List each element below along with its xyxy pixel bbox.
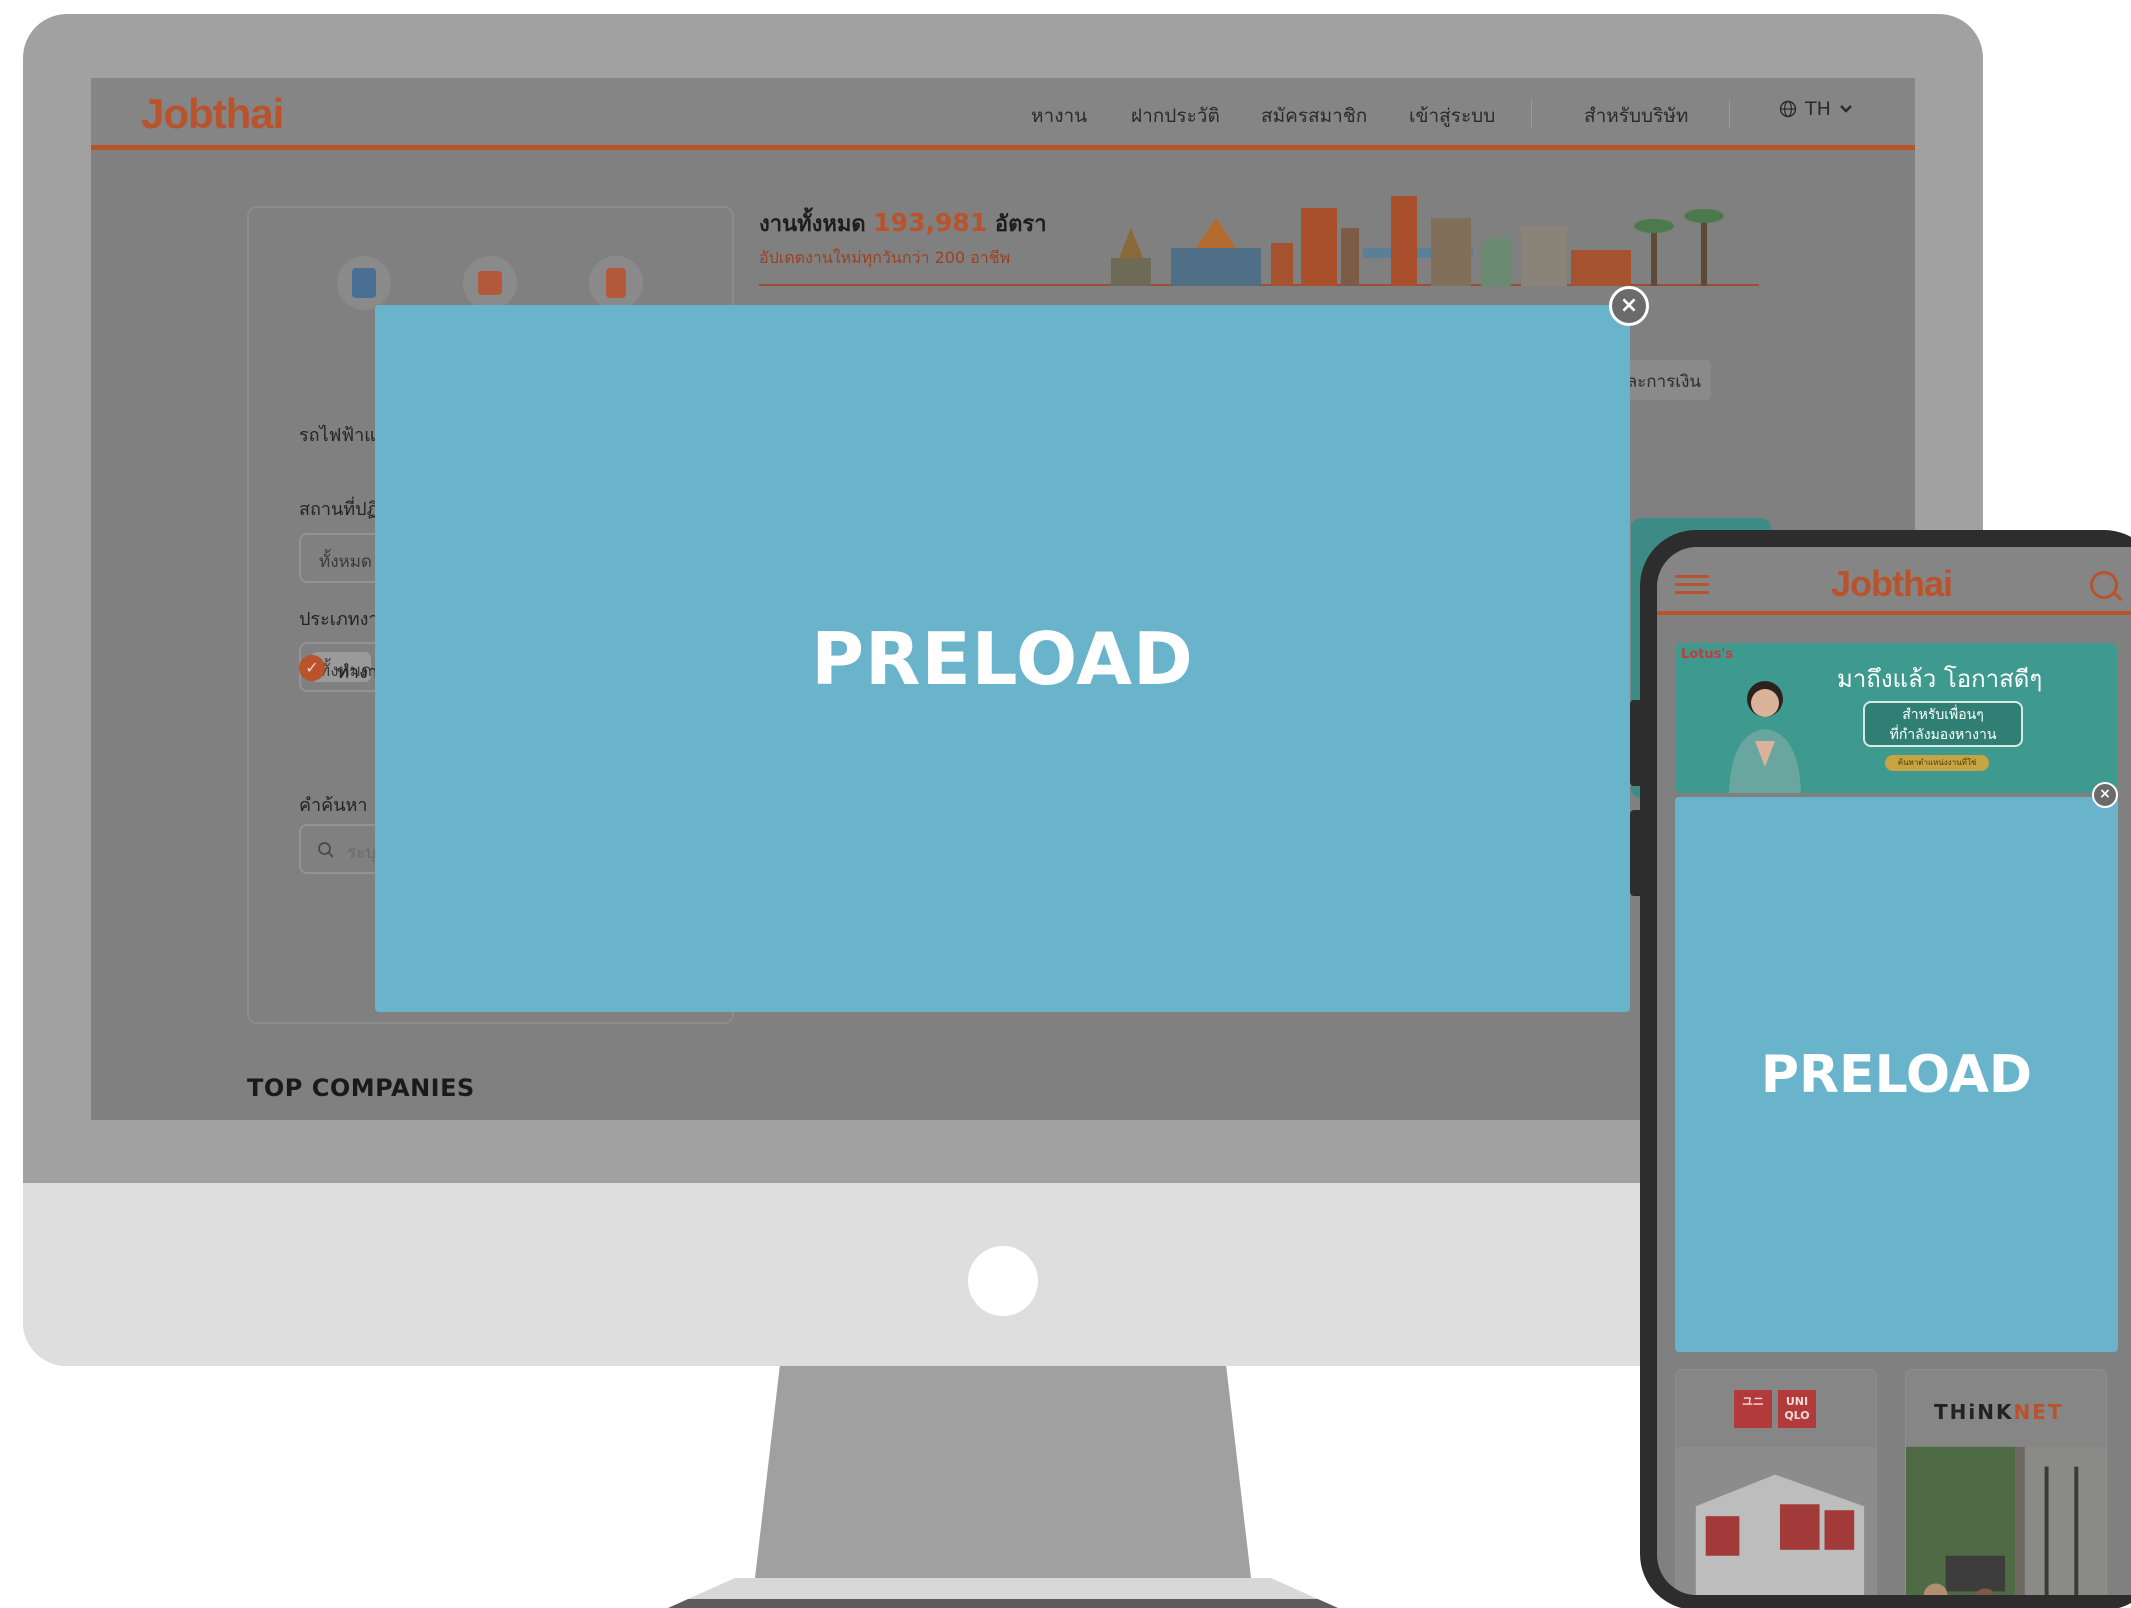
nav-find-jobs[interactable]: หางาน bbox=[1031, 101, 1087, 131]
monitor-logo-dot bbox=[968, 1246, 1038, 1316]
nav-login[interactable]: เข้าสู่ระบบ bbox=[1409, 101, 1495, 131]
nav-divider bbox=[1729, 100, 1730, 128]
uniqlo-store-photo bbox=[1676, 1446, 1876, 1595]
airport-link-icon[interactable] bbox=[589, 256, 643, 310]
nav-register[interactable]: สมัครสมาชิก bbox=[1261, 101, 1367, 131]
total-jobs-prefix: งานทั้งหมด bbox=[759, 212, 866, 237]
category-label: รถไฟฟ้าแล bbox=[299, 425, 387, 446]
uniqlo-logo-latin: UNI QLO bbox=[1778, 1390, 1816, 1428]
bts-train-icon[interactable] bbox=[337, 256, 391, 310]
banner-title: มาถึงแล้ว โอกาสดีๆ bbox=[1837, 665, 2043, 693]
globe-icon bbox=[1779, 100, 1797, 118]
search-icon bbox=[318, 842, 334, 858]
hamburger-menu-icon[interactable] bbox=[1675, 575, 1709, 595]
jobthai-logo[interactable]: Jobthai bbox=[141, 90, 284, 138]
total-jobs-text: งานทั้งหมด 193,981 อัตรา bbox=[759, 206, 1047, 241]
banner-cta-pill[interactable]: ค้นหาตำแหน่งงานที่ใช่ bbox=[1885, 755, 1989, 771]
language-label: TH bbox=[1805, 98, 1831, 120]
mobile-jobthai-logo[interactable]: Jobthai bbox=[1831, 563, 1953, 605]
company-card-thinknet[interactable]: THiNKNET bbox=[1905, 1369, 2107, 1595]
keyword-label: คำค้นหา bbox=[299, 795, 368, 816]
mobile-modal-close-button[interactable]: × bbox=[2092, 782, 2118, 808]
nav-divider bbox=[1531, 100, 1532, 128]
modal-close-button[interactable]: × bbox=[1609, 286, 1649, 326]
keyword-placeholder: ระบุ bbox=[347, 843, 377, 863]
bus-icon[interactable] bbox=[463, 256, 517, 310]
total-jobs-suffix: อัตรา bbox=[994, 212, 1047, 237]
category-chip-finance[interactable]: ละการเงิน bbox=[1621, 360, 1711, 400]
top-companies-heading: TOP COMPANIES bbox=[247, 1074, 475, 1102]
company-card-uniqlo[interactable]: ユニ UNI QLO bbox=[1675, 1369, 1877, 1595]
phone-side-button bbox=[1630, 700, 1644, 786]
total-jobs-count: 193,981 bbox=[873, 208, 988, 237]
nav-post-resume[interactable]: ฝากประวัติ bbox=[1131, 101, 1220, 131]
lotus-brand-label: Lotus's bbox=[1681, 647, 1734, 662]
banner-message-box: สำหรับเพื่อนๆ ที่กำลังมองหางาน bbox=[1863, 701, 2023, 747]
site-header: Jobthai หางาน ฝากประวัติ สมัครสมาชิก เข้… bbox=[91, 78, 1915, 150]
language-selector[interactable]: TH bbox=[1779, 98, 1853, 120]
location-select-value: ทั้งหมด bbox=[319, 552, 372, 572]
thinknet-logo-think: THiNK bbox=[1934, 1400, 2014, 1424]
thinknet-office-photo bbox=[1906, 1446, 2106, 1595]
location-label: สถานที่ปฏิ bbox=[299, 499, 379, 520]
monitor-stand bbox=[755, 1366, 1251, 1578]
mobile-preload-modal[interactable]: PRELOAD bbox=[1675, 797, 2118, 1352]
thinknet-logo: THiNKNET bbox=[1906, 1370, 2106, 1446]
mobile-screen: Jobthai Lotus's มาถึงแล้ว โอกาสดีๆ สำหรั… bbox=[1657, 547, 2131, 1595]
thinknet-logo-net: NET bbox=[2013, 1400, 2064, 1424]
mobile-header: Jobthai bbox=[1657, 547, 2131, 615]
monitor-stand-base bbox=[668, 1578, 1338, 1608]
preload-modal[interactable]: PRELOAD bbox=[375, 305, 1630, 1012]
checkbox-label: ทำงา bbox=[337, 662, 378, 683]
phone-side-button bbox=[1630, 810, 1644, 896]
mobile-preload-text: PRELOAD bbox=[1760, 1044, 2033, 1105]
banner-line-1: สำหรับเพื่อนๆ bbox=[1902, 707, 1984, 723]
lotus-promo-banner[interactable]: Lotus's มาถึงแล้ว โอกาสดีๆ สำหรับเพื่อนๆ… bbox=[1675, 643, 2117, 793]
banner-line-2: ที่กำลังมองหางาน bbox=[1889, 727, 1997, 743]
checkbox-checked-icon[interactable]: ✓ bbox=[299, 655, 325, 681]
chevron-down-icon bbox=[1840, 105, 1852, 113]
banner-person-image bbox=[1729, 681, 1801, 793]
mobile-search-icon[interactable] bbox=[2090, 571, 2118, 599]
preload-text: PRELOAD bbox=[811, 616, 1194, 701]
city-skyline-illustration bbox=[1111, 196, 1724, 286]
nav-for-companies[interactable]: สำหรับบริษัท bbox=[1584, 101, 1688, 131]
update-subtitle: อัปเดตงานใหม่ทุกวันกว่า 200 อาชีพ bbox=[759, 248, 1011, 267]
uniqlo-logo: ユニ UNI QLO bbox=[1676, 1370, 1876, 1446]
uniqlo-logo-katakana: ユニ bbox=[1734, 1390, 1772, 1428]
